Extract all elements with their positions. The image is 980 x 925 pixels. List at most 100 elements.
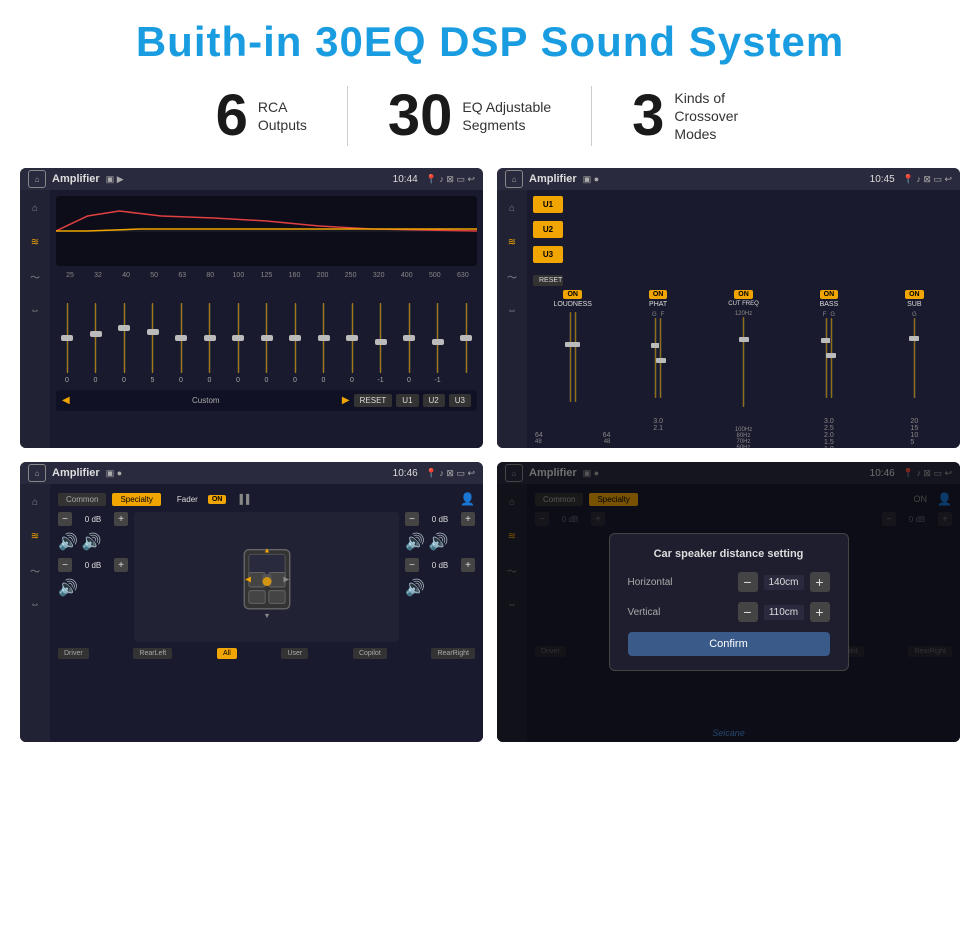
eq-slider-1[interactable] [87,303,105,373]
phat-slider-1[interactable] [654,318,657,418]
horizontal-plus-btn[interactable]: + [810,572,830,592]
sub-label: SUB [907,301,921,308]
vol-minus-bl2[interactable]: − [58,558,72,572]
tab-specialty-bl[interactable]: Specialty [112,493,160,506]
side-icon-home-tl[interactable]: ⌂ [25,198,45,218]
side-icon-cross-tr[interactable]: ⇔ [502,300,522,320]
status-bar-tr: ⌂ Amplifier ▣ ● 10:45 📍 ♪ ⊠ ▭ ↩ [497,168,960,190]
vol-value-tl: 0 dB [75,515,111,524]
vol-plus-br2[interactable]: + [461,558,475,572]
eq-slider-3[interactable] [144,303,162,373]
loudness-on-btn[interactable]: ON [563,290,582,299]
spk-rearleft-btn[interactable]: RearLeft [133,648,172,659]
channel-loudness: ON LOUDNESS 6464 [533,290,612,448]
eq-slider-5[interactable] [201,303,219,373]
status-bar-bl: ⌂ Amplifier ▣ ● 10:46 📍 ♪ ⊠ ▭ ↩ [20,462,483,484]
bass-on-btn[interactable]: ON [820,290,839,299]
eq-prev-btn[interactable]: ◀ [62,395,70,406]
eq-slider-8[interactable] [286,303,304,373]
home-icon-tr[interactable]: ⌂ [505,170,523,188]
profile-icon-bl[interactable]: 👤 [460,492,475,506]
vol-plus-tr2[interactable]: + [461,512,475,526]
eq-u3-btn[interactable]: U3 [449,394,471,407]
side-icon-home-tr[interactable]: ⌂ [502,198,522,218]
dialog-title: Car speaker distance setting [628,548,830,560]
eq-slider-6[interactable] [229,303,247,373]
side-icon-crossover-tl[interactable]: ⇔ [25,300,45,320]
horizontal-minus-btn[interactable]: − [738,572,758,592]
speaker-diagram: ◀ ▶ ▲ ▼ [134,512,399,642]
home-icon-bl[interactable]: ⌂ [28,464,46,482]
amp-reset-btn[interactable]: RESET [533,275,563,286]
speaker-bl-content: Common Specialty Fader ON ▐▐ 👤 − 0 dB + [50,484,483,742]
spk-driver-btn[interactable]: Driver [58,648,89,659]
spk-rearright-btn[interactable]: RearRight [431,648,475,659]
cutfreq-on-btn[interactable]: ON [734,290,753,299]
time-bl: 10:46 [393,468,418,479]
loudness-sliders [569,312,577,432]
side-icon-eq-bl[interactable]: ≋ [25,526,45,546]
eq-slider-10[interactable] [343,303,361,373]
side-icon-eq-tr[interactable]: ≋ [502,232,522,252]
spk-copilot-btn[interactable]: Copilot [353,648,387,659]
channel-bass: ON BASS FG 3.02.52.01.51.00.5 [789,290,868,448]
vol-control-br2: − 0 dB + [405,558,475,572]
eq-slider-13[interactable] [429,303,447,373]
phat-slider-2[interactable] [659,318,662,418]
eq-u2-btn[interactable]: U2 [423,394,445,407]
eq-u1-btn[interactable]: U1 [396,394,418,407]
home-icon-tl[interactable]: ⌂ [28,170,46,188]
vol-value-br2: 0 dB [422,561,458,570]
spk-all-btn[interactable]: All [217,648,237,659]
eq-slider-7[interactable] [258,303,276,373]
eq-slider-9[interactable] [315,303,333,373]
speaker-controls-left: − 0 dB + 🔊 🔊 − 0 dB + [58,512,128,642]
stat-crossover: 3 Kinds ofCrossover Modes [592,87,804,145]
side-icon-wave-tl[interactable]: 〜 [25,266,45,286]
loudness-slider-1[interactable] [569,312,572,432]
phat-on-btn[interactable]: ON [649,290,668,299]
vertical-plus-btn[interactable]: + [810,602,830,622]
preset-u1[interactable]: U1 [533,196,563,213]
side-icon-eq-tl[interactable]: ≋ [25,232,45,252]
tab-common-bl[interactable]: Common [58,493,106,506]
eq-sliders [56,283,477,373]
vol-minus-tr2[interactable]: − [405,512,419,526]
preset-u3[interactable]: U3 [533,246,563,263]
vertical-label: Vertical [628,607,661,618]
loudness-slider-2[interactable] [574,312,577,432]
preset-u2[interactable]: U2 [533,221,563,238]
eq-slider-4[interactable] [172,303,190,373]
eq-next-btn[interactable]: ▶ [342,395,350,406]
vertical-minus-btn[interactable]: − [738,602,758,622]
eq-slider-11[interactable] [372,303,390,373]
screen-eq: ⌂ Amplifier ▣ ▶ 10:44 📍 ♪ ⊠ ▭ ↩ ⌂ ≋ 〜 ⇔ [20,168,483,448]
vol-minus-tl[interactable]: − [58,512,72,526]
vol-plus-bl2[interactable]: + [114,558,128,572]
side-icon-home-bl[interactable]: ⌂ [25,492,45,512]
page-title: Buith-in 30EQ DSP Sound System [20,18,960,66]
status-bar-tl: ⌂ Amplifier ▣ ▶ 10:44 📍 ♪ ⊠ ▭ ↩ [20,168,483,190]
eq-slider-14[interactable] [457,303,475,373]
side-icon-wave-bl[interactable]: 〜 [25,560,45,580]
screen-body-bl: ⌂ ≋ 〜 ⇔ Common Specialty Fader ON ▐▐ 👤 [20,484,483,742]
sub-slider-1[interactable] [913,318,916,418]
vol-plus-tl[interactable]: + [114,512,128,526]
fader-on-bl[interactable]: ON [208,495,227,504]
vol-value-bl2: 0 dB [75,561,111,570]
side-icon-cross-bl[interactable]: ⇔ [25,594,45,614]
eq-slider-12[interactable] [400,303,418,373]
bass-slider-1[interactable] [825,318,828,418]
eq-slider-0[interactable] [58,303,76,373]
sub-on-btn[interactable]: ON [905,290,924,299]
cutfreq-slider-1[interactable] [742,317,745,427]
spk-user-btn[interactable]: User [281,648,308,659]
vol-minus-br2[interactable]: − [405,558,419,572]
bass-slider-2[interactable] [830,318,833,418]
eq-reset-btn[interactable]: RESET [354,394,393,407]
horizontal-label: Horizontal [628,577,673,588]
side-icon-wave-tr[interactable]: 〜 [502,266,522,286]
status-time-tr: 10:45 📍 ♪ ⊠ ▭ ↩ [870,174,952,185]
confirm-button[interactable]: Confirm [628,632,830,656]
eq-slider-2[interactable] [115,303,133,373]
